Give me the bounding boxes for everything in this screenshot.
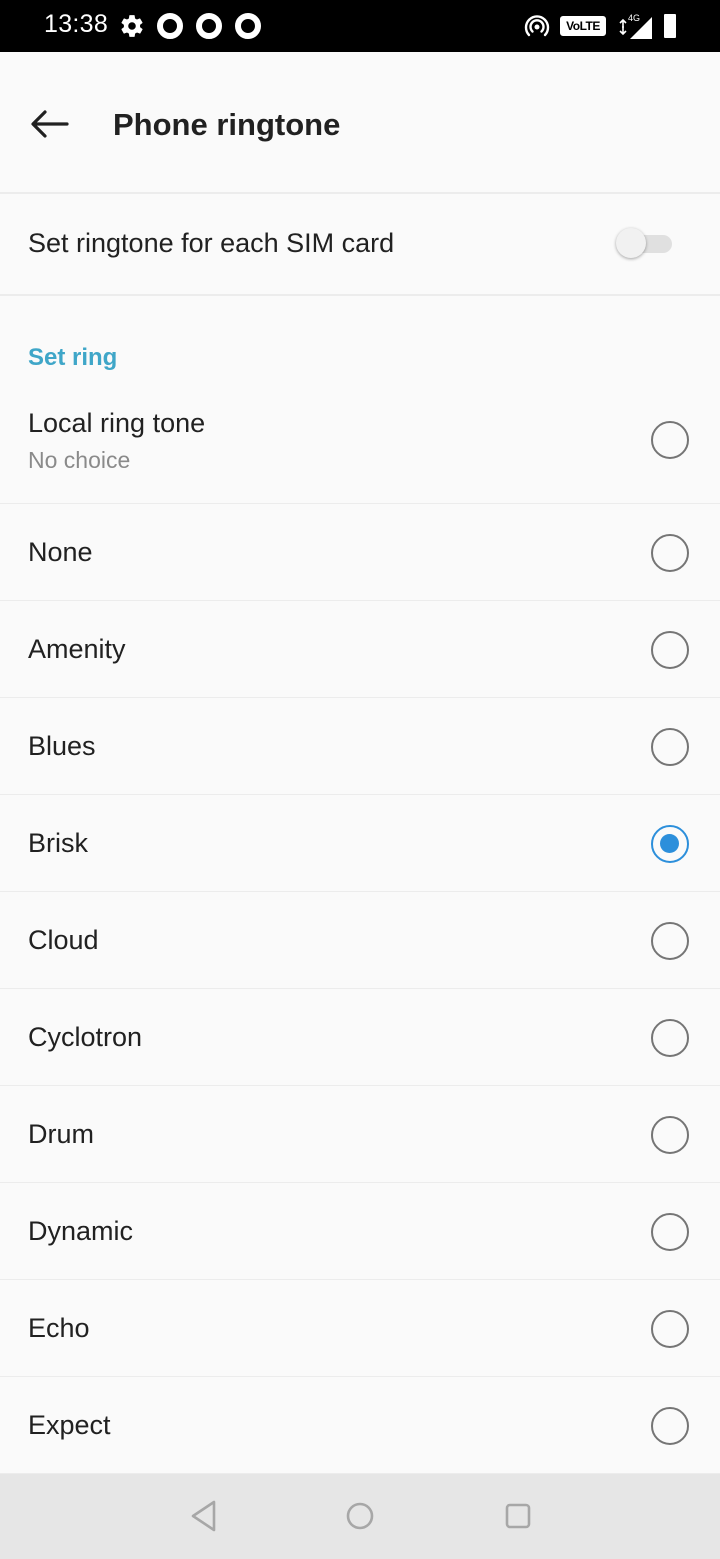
- ringtone-item-expect[interactable]: Expect: [0, 1377, 720, 1474]
- radio-button[interactable]: [651, 1019, 689, 1057]
- sim-ringtone-setting-row[interactable]: Set ringtone for each SIM card: [0, 196, 720, 296]
- status-bar: 13:38 VoLTE 4G: [0, 0, 720, 52]
- ringtone-item-drum[interactable]: Drum: [0, 1086, 720, 1183]
- ringtone-label: None: [28, 537, 93, 567]
- signal-icon: 4G: [619, 13, 652, 39]
- nav-home-icon: [346, 1502, 374, 1530]
- radio-button[interactable]: [651, 1310, 689, 1348]
- notification-ring-icon: [157, 13, 183, 39]
- ringtone-sublabel: No choice: [28, 447, 131, 473]
- navigation-bar: [0, 1474, 720, 1559]
- ringtone-label: Cyclotron: [28, 1022, 143, 1052]
- ringtone-item-brisk[interactable]: Brisk: [0, 795, 720, 892]
- ringtone-item-amenity[interactable]: Amenity: [0, 601, 720, 698]
- radio-button[interactable]: [651, 922, 689, 960]
- radio-button[interactable]: [651, 1407, 689, 1445]
- ringtone-item-cyclotron[interactable]: Cyclotron: [0, 989, 720, 1086]
- sim-ringtone-label: Set ringtone for each SIM card: [28, 228, 395, 258]
- nav-recents-button[interactable]: [500, 1498, 536, 1534]
- nav-back-icon: [191, 1500, 216, 1532]
- section-header-set-ring: Set ring: [28, 344, 118, 371]
- ringtone-label: Expect: [28, 1410, 111, 1440]
- radio-button[interactable]: [651, 421, 689, 459]
- ringtone-label: Drum: [28, 1119, 94, 1149]
- notification-ring-icon: [235, 13, 261, 39]
- nav-home-button[interactable]: [342, 1498, 378, 1534]
- volte-icon: VoLTE: [560, 16, 606, 36]
- toggle-thumb: [616, 228, 646, 258]
- radio-button[interactable]: [651, 1213, 689, 1251]
- app-bar: Phone ringtone: [0, 52, 720, 194]
- nav-recents-icon: [505, 1503, 531, 1529]
- ringtone-item-local[interactable]: Local ring tone No choice: [0, 390, 720, 504]
- ringtone-item-none[interactable]: None: [0, 504, 720, 601]
- ringtone-label: Blues: [28, 731, 96, 761]
- radio-button[interactable]: [651, 631, 689, 669]
- page-title: Phone ringtone: [113, 107, 341, 142]
- ringtone-label: Echo: [28, 1313, 90, 1343]
- battery-icon: [664, 14, 676, 38]
- sim-ringtone-toggle[interactable]: [616, 228, 672, 258]
- status-time: 13:38: [44, 10, 109, 38]
- ringtone-list: Local ring tone No choice None Amenity B…: [0, 390, 720, 1474]
- radio-button[interactable]: [651, 728, 689, 766]
- settings-gear-icon: [121, 15, 143, 37]
- ringtone-item-cloud[interactable]: Cloud: [0, 892, 720, 989]
- arrow-left-icon: [31, 110, 69, 138]
- radio-button[interactable]: [651, 825, 689, 863]
- ringtone-item-echo[interactable]: Echo: [0, 1280, 720, 1377]
- back-button[interactable]: [24, 102, 74, 146]
- ringtone-label: Cloud: [28, 925, 99, 955]
- ringtone-item-dynamic[interactable]: Dynamic: [0, 1183, 720, 1280]
- notification-ring-icon: [196, 13, 222, 39]
- ringtone-label: Dynamic: [28, 1216, 134, 1246]
- ringtone-label: Local ring tone: [28, 408, 206, 438]
- hotspot-icon: [524, 15, 550, 37]
- ringtone-item-blues[interactable]: Blues: [0, 698, 720, 795]
- radio-button[interactable]: [651, 534, 689, 572]
- network-type-label: 4G: [628, 13, 640, 23]
- nav-back-button[interactable]: [186, 1498, 222, 1534]
- ringtone-label: Brisk: [28, 828, 88, 858]
- radio-button[interactable]: [651, 1116, 689, 1154]
- ringtone-label: Amenity: [28, 634, 126, 664]
